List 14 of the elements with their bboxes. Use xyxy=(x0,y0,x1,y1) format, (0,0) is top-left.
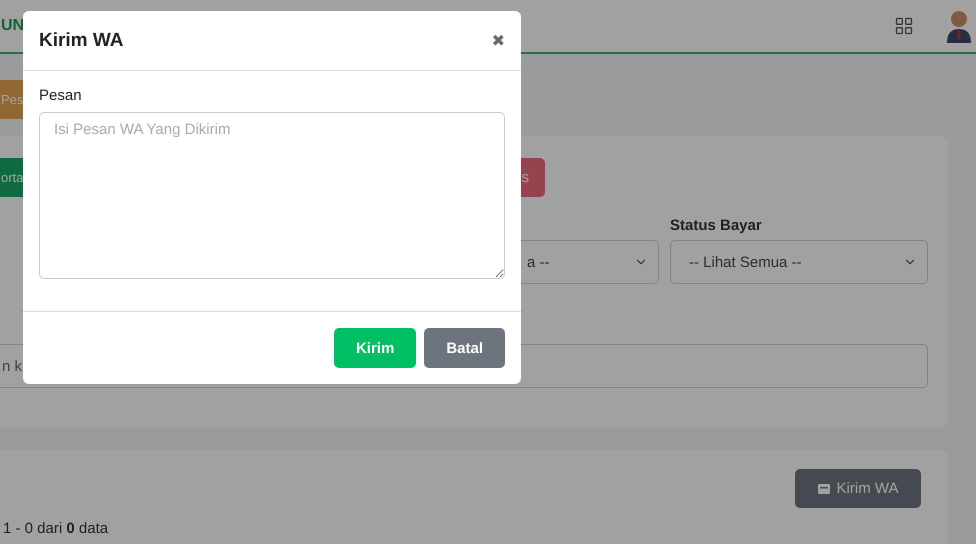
data-summary: 1 - 0 dari 0 data xyxy=(3,520,110,537)
card-icon xyxy=(818,484,830,494)
logo[interactable]: UN xyxy=(1,17,24,35)
close-button[interactable]: ✖ xyxy=(492,31,505,50)
filter-label: Status Bayar xyxy=(670,217,763,234)
message-field[interactable]: Isi Pesan WA Yang Dikirim xyxy=(39,112,505,279)
send-button[interactable]: Kirim xyxy=(334,328,416,368)
cancel-button[interactable]: Batal xyxy=(424,328,505,368)
apps-grid-icon[interactable] xyxy=(894,16,914,36)
field-label: Pesan xyxy=(39,87,83,104)
avatar-icon[interactable] xyxy=(946,9,972,43)
send-wa-button[interactable]: Kirim WA xyxy=(795,469,921,508)
modal-title: Kirim WA xyxy=(39,30,124,52)
filter-select[interactable]: -- Lihat Semua -- xyxy=(670,240,928,284)
